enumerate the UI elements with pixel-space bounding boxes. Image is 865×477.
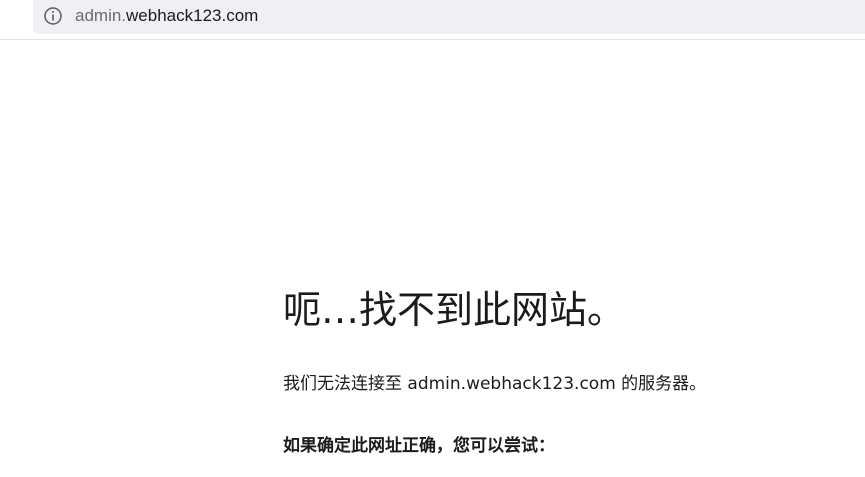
address-bar[interactable]: admin.webhack123.com	[33, 0, 865, 34]
url-text[interactable]: admin.webhack123.com	[75, 6, 258, 26]
url-domain: webhack123.com	[126, 6, 259, 25]
suggestion-heading: 如果确定此网址正确，您可以尝试：	[283, 436, 555, 456]
url-subdomain: admin.	[75, 6, 127, 25]
error-message: 我们无法连接至 admin.webhack123.com 的服务器。	[283, 374, 707, 394]
info-icon[interactable]	[43, 6, 63, 26]
browser-toolbar: admin.webhack123.com	[0, 0, 865, 40]
error-content: 呃…找不到此网站。 我们无法连接至 admin.webhack123.com 的…	[283, 285, 843, 456]
error-title: 呃…找不到此网站。	[283, 288, 626, 332]
